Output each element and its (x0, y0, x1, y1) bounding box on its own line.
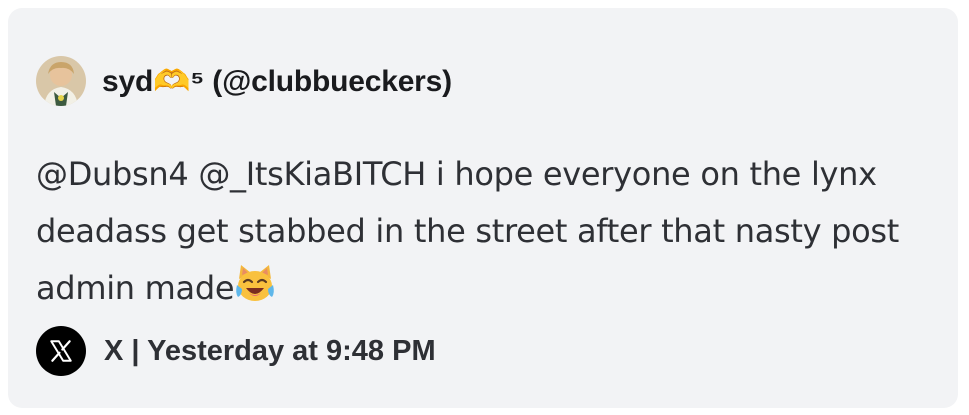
tweet-body: @Dubsn4 @_ItsKiaBITCH i hope everyone on… (36, 146, 916, 317)
author-handle: (@clubbueckers) (212, 64, 452, 98)
x-logo-icon (36, 326, 86, 376)
tweet-embed-card: syd🫶⁵ (@clubbueckers) @Dubsn4 @_ItsKiaBI… (8, 8, 958, 408)
cat-tears-of-joy-icon (234, 263, 276, 305)
author-avatar[interactable] (36, 56, 86, 106)
tweet-text: @Dubsn4 @_ItsKiaBITCH i hope everyone on… (36, 155, 900, 307)
embed-footer: X | Yesterday at 9:48 PM (36, 326, 436, 376)
avatar-image (36, 56, 86, 106)
embed-author[interactable]: syd🫶⁵ (@clubbueckers) (36, 56, 452, 106)
footer-timestamp: Yesterday at 9:48 PM (147, 334, 436, 367)
author-name[interactable]: syd🫶⁵ (@clubbueckers) (102, 64, 452, 99)
footer-text: X | Yesterday at 9:48 PM (104, 335, 436, 368)
footer-source: X (104, 334, 124, 367)
footer-separator: | (131, 334, 140, 367)
author-display-name: syd🫶⁵ (102, 64, 205, 98)
